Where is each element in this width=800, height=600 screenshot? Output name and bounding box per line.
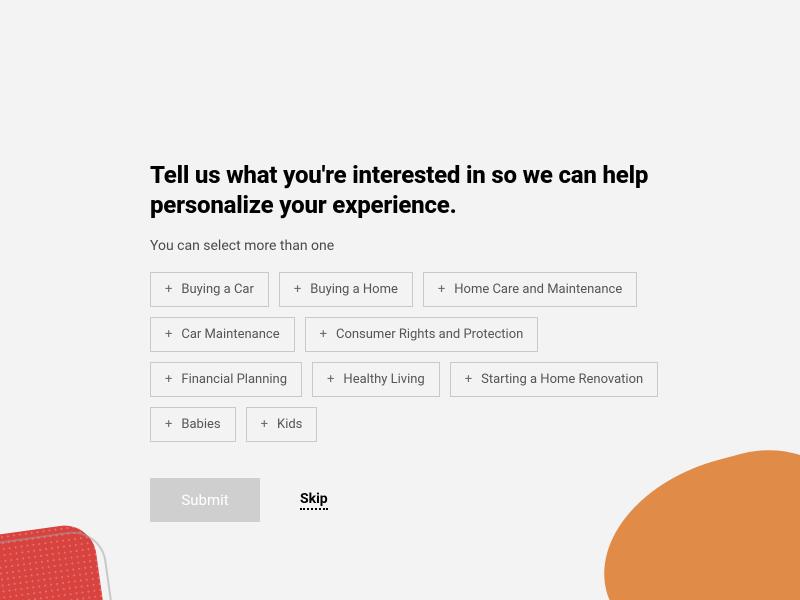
plus-icon: + — [465, 373, 472, 386]
plus-icon: + — [165, 283, 172, 296]
plus-icon: + — [294, 283, 301, 296]
interest-chip-label: Buying a Home — [310, 282, 398, 297]
interest-chip-label: Home Care and Maintenance — [454, 282, 622, 297]
skip-link[interactable]: Skip — [300, 491, 328, 510]
subtext: You can select more than one — [150, 238, 690, 254]
plus-icon: + — [438, 283, 445, 296]
interest-chip-label: Buying a Car — [181, 282, 254, 297]
interest-chip-label: Healthy Living — [343, 372, 424, 387]
page-title: Tell us what you're interested in so we … — [150, 160, 690, 220]
interest-chip[interactable]: + Buying a Car — [150, 272, 269, 307]
interest-chip[interactable]: + Starting a Home Renovation — [450, 362, 658, 397]
interest-chip[interactable]: + Car Maintenance — [150, 317, 295, 352]
interest-chip-label: Starting a Home Renovation — [481, 372, 643, 387]
interest-chip-label: Babies — [181, 417, 220, 432]
interest-chip-label: Financial Planning — [181, 372, 287, 387]
interest-chip-label: Consumer Rights and Protection — [336, 327, 523, 342]
interest-chip[interactable]: + Buying a Home — [279, 272, 413, 307]
plus-icon: + — [165, 418, 172, 431]
plus-icon: + — [327, 373, 334, 386]
interest-chip[interactable]: + Healthy Living — [312, 362, 440, 397]
interest-chip[interactable]: + Home Care and Maintenance — [423, 272, 637, 307]
interest-chip-label: Car Maintenance — [181, 327, 279, 342]
plus-icon: + — [261, 418, 268, 431]
decorative-shape-red-outline — [0, 527, 117, 600]
decorative-arcs — [600, 530, 760, 600]
plus-icon: + — [320, 328, 327, 341]
plus-icon: + — [165, 373, 172, 386]
interest-chip[interactable]: + Babies — [150, 407, 236, 442]
interest-chip[interactable]: + Kids — [246, 407, 318, 442]
actions-row: Submit Skip — [150, 478, 690, 522]
onboarding-panel: Tell us what you're interested in so we … — [150, 160, 690, 522]
interest-chip-label: Kids — [277, 417, 302, 432]
plus-icon: + — [165, 328, 172, 341]
interest-chip[interactable]: + Financial Planning — [150, 362, 302, 397]
interest-chip[interactable]: + Consumer Rights and Protection — [305, 317, 539, 352]
interest-chip-group: + Buying a Car + Buying a Home + Home Care an… — [150, 272, 690, 442]
submit-button[interactable]: Submit — [150, 478, 260, 522]
